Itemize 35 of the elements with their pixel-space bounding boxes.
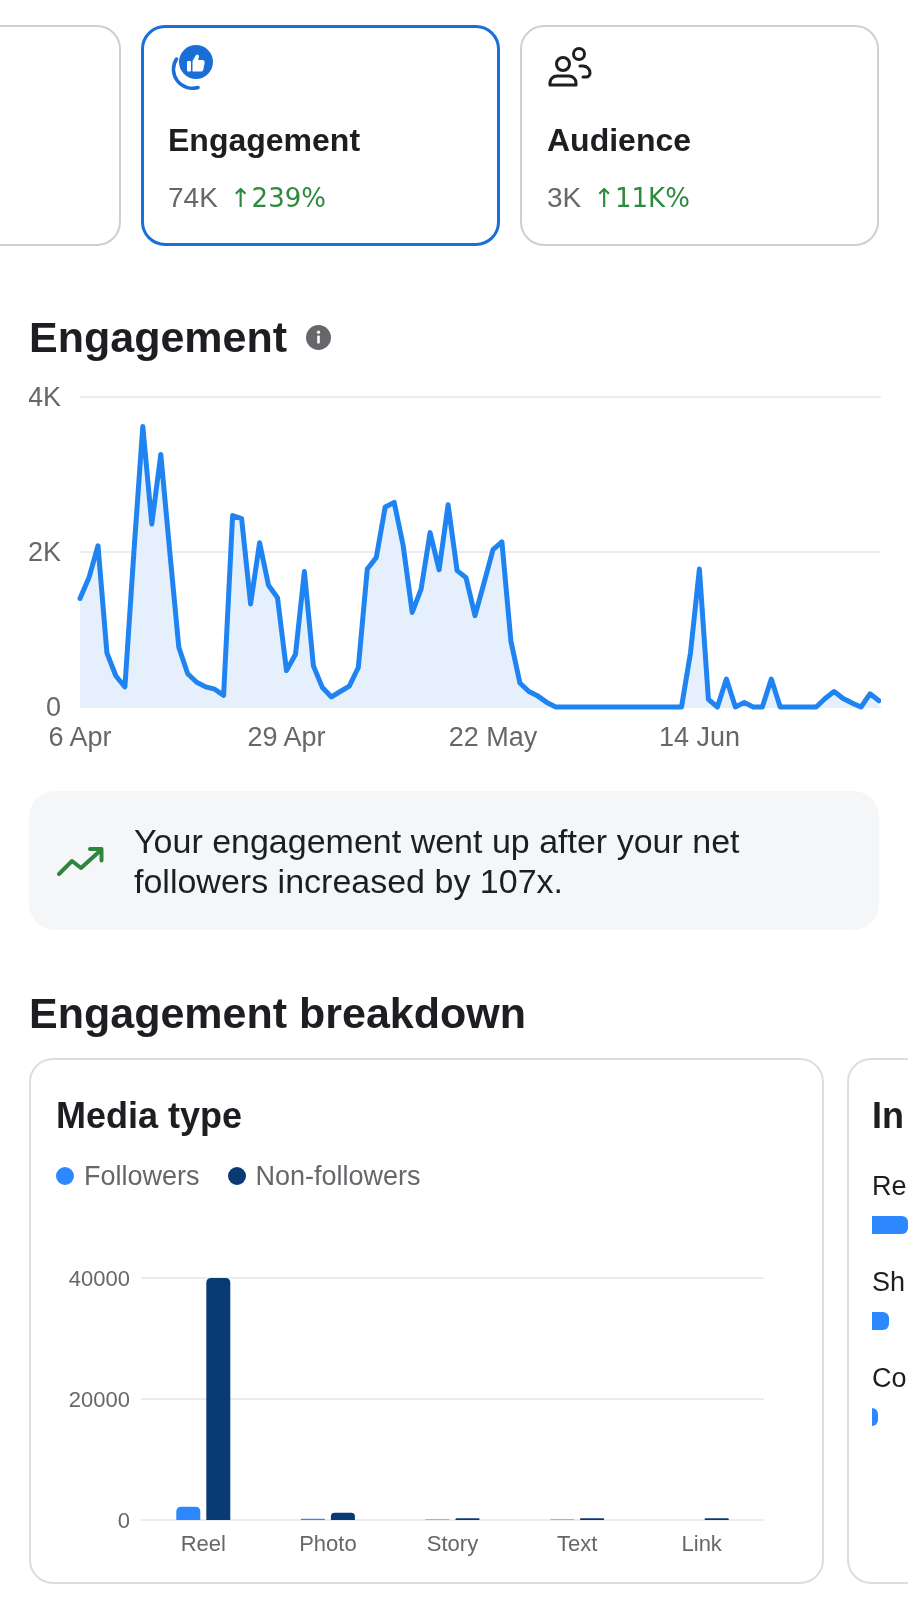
bar: [872, 1312, 889, 1330]
x-axis-label: 22 May: [448, 722, 538, 752]
metric-tab[interactable]: Audience 3K ↑11K%: [520, 25, 879, 246]
bar: [872, 1408, 878, 1426]
bar: [176, 1506, 201, 1520]
bar: [330, 1512, 355, 1520]
x-axis-label: 14 Jun: [658, 722, 740, 752]
x-axis-label: Story: [426, 1530, 479, 1556]
x-axis-label: Link: [681, 1530, 722, 1556]
y-axis-label: 2K: [29, 537, 61, 567]
bar-label: Co: [872, 1362, 907, 1394]
insight-text: Your engagement went up after your net followers increased by 107x.: [134, 820, 741, 901]
x-axis-label: Text: [556, 1530, 598, 1556]
y-axis-label: 0: [117, 1507, 130, 1533]
y-axis-label: 0: [45, 692, 61, 722]
y-axis-label: 4K: [29, 382, 61, 412]
card-title: In: [872, 1094, 904, 1138]
section-heading: Engagement breakdown: [29, 988, 526, 1038]
x-axis-label: Photo: [299, 1530, 357, 1556]
section-heading: Engagement: [29, 312, 288, 362]
people-icon: [547, 46, 593, 88]
x-axis-label: 29 Apr: [247, 722, 326, 752]
metric-tab[interactable]: Engagement 74K ↑239%: [141, 25, 500, 246]
legend-label: Non-followers: [255, 1160, 421, 1193]
legend-label: Followers: [84, 1160, 200, 1193]
y-axis-label: 20000: [68, 1386, 130, 1412]
info-icon[interactable]: [306, 324, 332, 350]
card-title: Media type: [56, 1094, 243, 1138]
bar-label: Re: [872, 1170, 907, 1202]
trend-up-icon: [56, 844, 105, 877]
y-axis-label: 40000: [68, 1265, 130, 1291]
x-axis-label: Reel: [180, 1530, 226, 1556]
bar: [872, 1216, 908, 1234]
bar-label: Sh: [872, 1266, 906, 1298]
x-axis-label: 6 Apr: [48, 722, 112, 752]
